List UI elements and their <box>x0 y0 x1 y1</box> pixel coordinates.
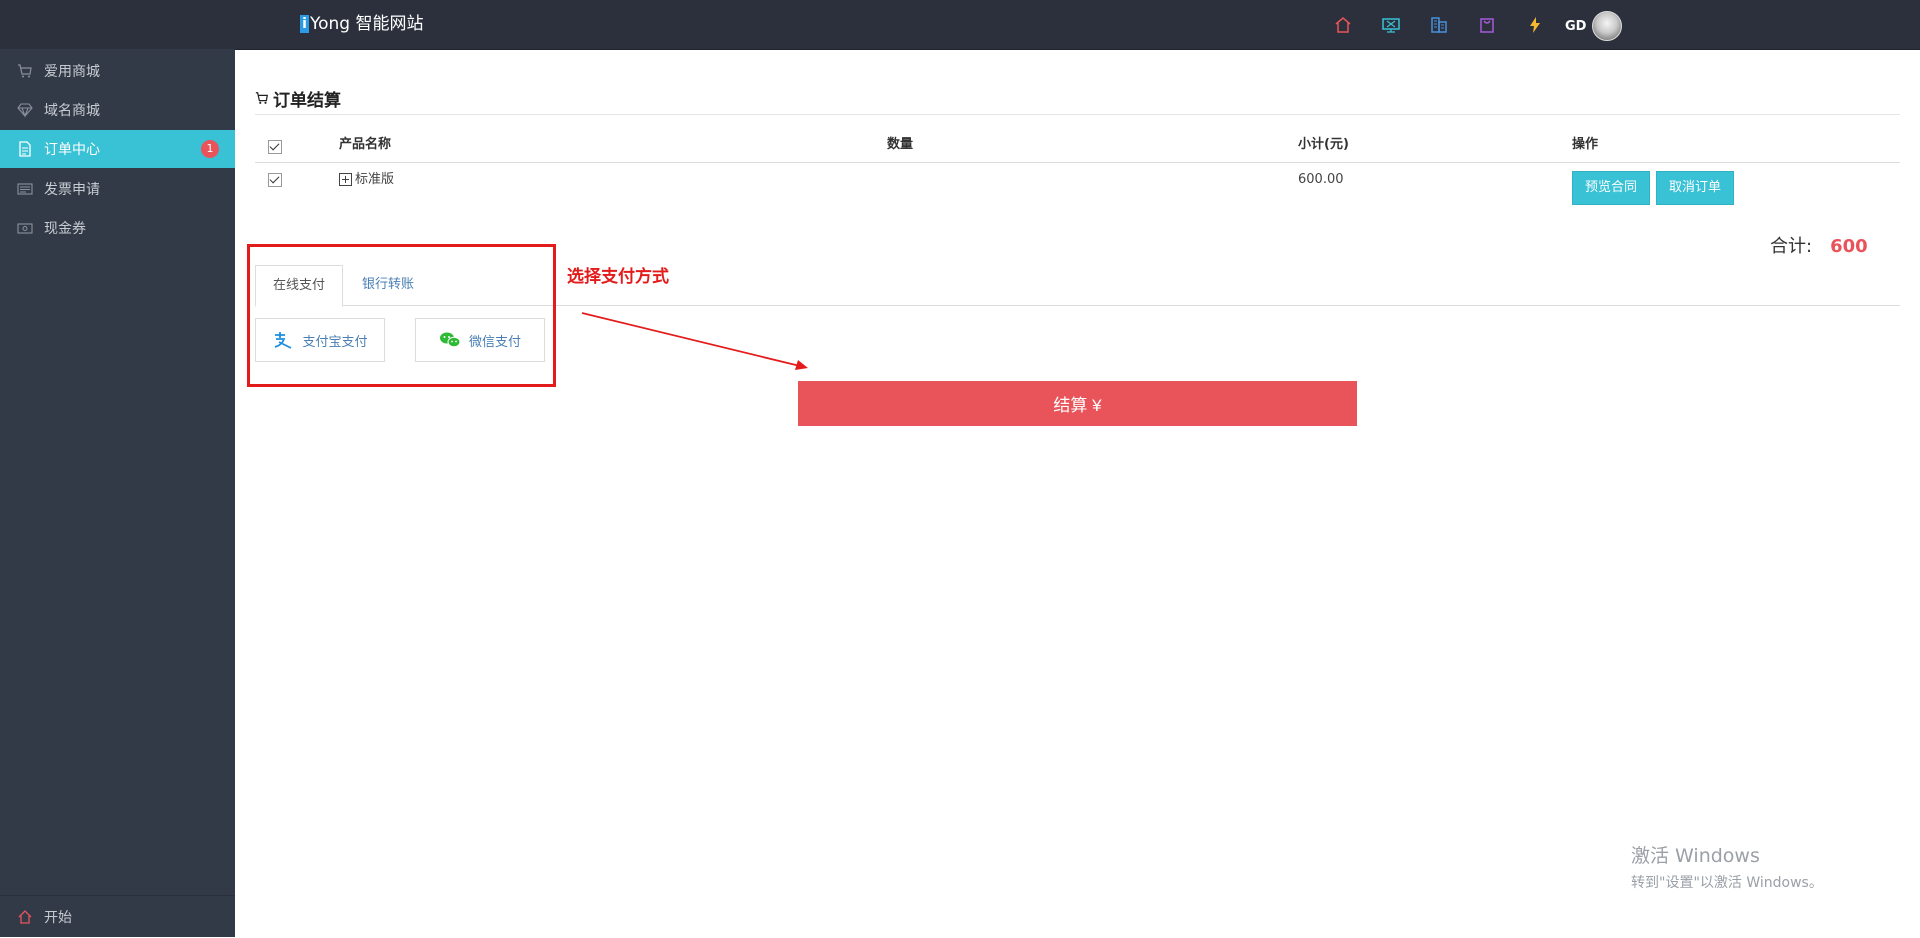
sidebar-item-label: 现金券 <box>44 221 86 237</box>
col-quantity: 数量 <box>887 137 914 152</box>
preview-contract-button[interactable]: 预览合同 <box>1572 171 1651 205</box>
page-title-text: 订单结算 <box>273 90 341 111</box>
actions-cell: 预览合同 取消订单 <box>1572 171 1740 205</box>
brand-logo[interactable]: i Yong 智能网站 <box>300 13 424 35</box>
diamond-icon <box>16 101 34 119</box>
top-bar: i Yong 智能网站 GD <box>0 0 1920 50</box>
sidebar-item-store[interactable]: 爱用商城 <box>0 52 235 90</box>
sidebar-item-label: 域名商城 <box>44 103 100 119</box>
user-menu[interactable]: GD <box>1565 11 1623 41</box>
lightning-icon[interactable] <box>1522 12 1548 38</box>
watermark-line2: 转到"设置"以激活 Windows。 <box>1631 875 1823 891</box>
sidebar-item-domain[interactable]: 域名商城 <box>0 91 235 129</box>
order-count-badge: 1 <box>201 140 219 158</box>
avatar[interactable] <box>1592 11 1623 41</box>
product-name: 标准版 <box>355 172 395 187</box>
brand-mark: i <box>300 15 309 33</box>
windows-activation-watermark: 激活 Windows 转到"设置"以激活 Windows。 <box>1631 841 1823 892</box>
sidebar-item-invoice[interactable]: 发票申请 <box>0 170 235 208</box>
subtotal-cell: 600.00 <box>1298 172 1344 187</box>
payment-highlight-box <box>247 244 556 387</box>
col-actions: 操作 <box>1572 137 1599 152</box>
cart-icon <box>16 62 34 80</box>
document-icon <box>16 140 34 158</box>
page-title: 订单结算 <box>255 82 1900 115</box>
home-icon <box>16 908 34 926</box>
checkout-button[interactable]: 结算 ¥ <box>798 381 1357 426</box>
sidebar-start-label: 开始 <box>44 910 72 926</box>
order-total: 合计: 600 <box>1770 232 1868 258</box>
total-amount: 600 <box>1830 236 1868 257</box>
user-initials: GD <box>1565 18 1587 34</box>
col-product: 产品名称 <box>339 137 392 152</box>
invoice-icon <box>16 180 34 198</box>
annotation-arrow <box>581 312 808 370</box>
top-icon-group <box>1330 12 1570 38</box>
sidebar-item-label: 爱用商城 <box>44 64 100 80</box>
select-all-checkbox[interactable] <box>268 135 282 159</box>
building-icon[interactable] <box>1426 12 1452 38</box>
annotation-text: 选择支付方式 <box>567 267 669 287</box>
table-row: 标准版 600.00 预览合同 取消订单 <box>255 163 1900 213</box>
brand-name: Yong 智能网站 <box>310 14 424 34</box>
total-label: 合计: <box>1770 236 1813 257</box>
sidebar: 爱用商城 域名商城 订单中心 1 发票申请 现金券 开始 <box>0 49 235 937</box>
sidebar-start[interactable]: 开始 <box>0 895 235 938</box>
watermark-line1: 激活 Windows <box>1631 845 1760 867</box>
sidebar-item-label: 订单中心 <box>44 142 100 158</box>
order-table: 产品名称 数量 小计(元) 操作 标准版 600.00 预览合同 取消订单 <box>255 133 1900 213</box>
cancel-order-button[interactable]: 取消订单 <box>1656 171 1735 205</box>
sidebar-item-orders[interactable]: 订单中心 1 <box>0 130 235 168</box>
sidebar-item-coupon[interactable]: 现金券 <box>0 209 235 247</box>
cash-icon <box>16 219 34 237</box>
shopping-bag-icon[interactable] <box>1474 12 1500 38</box>
product-cell: 标准版 <box>339 168 394 192</box>
cart-icon <box>255 91 269 105</box>
row-checkbox[interactable] <box>268 168 282 192</box>
home-icon[interactable] <box>1330 12 1356 38</box>
col-subtotal: 小计(元) <box>1298 137 1349 152</box>
table-header: 产品名称 数量 小计(元) 操作 <box>255 133 1900 163</box>
expand-icon[interactable] <box>339 173 352 186</box>
sidebar-item-label: 发票申请 <box>44 182 100 198</box>
monitor-icon[interactable] <box>1378 12 1404 38</box>
